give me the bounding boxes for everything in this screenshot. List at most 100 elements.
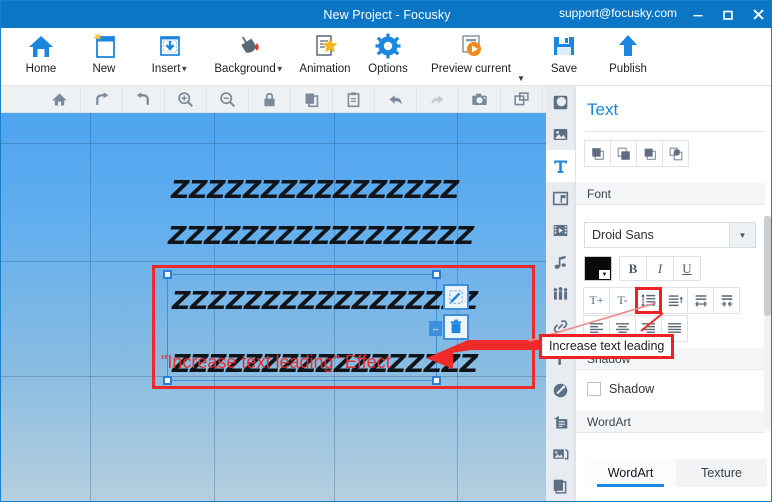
font-family-value: Droid Sans [592, 228, 654, 242]
panel-divider [585, 131, 765, 132]
tool-sidebar [546, 86, 575, 501]
people-group-icon[interactable] [546, 278, 575, 310]
paint-bucket-icon [235, 30, 263, 62]
image-icon[interactable] [546, 118, 575, 150]
tab-wordart[interactable]: WordArt [585, 459, 676, 487]
paste-icon[interactable] [333, 86, 375, 112]
italic-button[interactable]: I [646, 256, 674, 281]
shadow-checkbox-row[interactable]: Shadow [587, 382, 654, 396]
gallery-icon[interactable] [546, 438, 575, 470]
lock-icon[interactable] [249, 86, 291, 112]
canvas-caption: "Increase text leading" Effect [161, 352, 391, 372]
font-style-buttons-row: B I U [619, 256, 701, 281]
video-film-icon[interactable] [546, 214, 575, 246]
layers-icon[interactable] [546, 470, 575, 501]
ribbon-label-publish: Publish [609, 63, 647, 75]
canvas-text-line-1[interactable]: ZZZZZZZZZZZZZZZZ [171, 175, 459, 204]
close-icon[interactable] [743, 1, 771, 28]
canvas-text-line-2[interactable]: ZZZZZZZZZZZZZZZZZ [168, 221, 474, 250]
brush-disc-icon[interactable] [546, 374, 575, 406]
new-document-icon [90, 30, 118, 62]
arrange-buttons-row [584, 140, 689, 167]
panel-title: Text [587, 100, 619, 119]
bold-button[interactable]: B [619, 256, 647, 281]
wordart-tabs: WordArt Texture [585, 459, 767, 487]
canvas-home-icon[interactable] [39, 86, 81, 112]
edit-pencil-icon[interactable] [443, 284, 469, 310]
color-swatch-dropdown-icon[interactable]: ▼ [599, 270, 610, 279]
ribbon-button-home[interactable]: Home [13, 30, 69, 84]
zoom-out-icon[interactable] [207, 86, 249, 112]
support-email-label[interactable]: support@focusky.com [559, 6, 677, 20]
undo-icon[interactable] [375, 86, 417, 112]
ribbon-button-background[interactable]: Background▼ [203, 30, 295, 84]
slide-canvas[interactable]: ZZZZZZZZZZZZZZZZ ZZZZZZZZZZZZZZZZZ ↔ ZZZ… [1, 113, 546, 501]
increase-leading-icon[interactable] [635, 287, 662, 314]
rotate-left-icon[interactable] [123, 86, 165, 112]
text-properties-panel: Text Font Droid Sans ▼ ▼ B I U T+ T- Sha… [575, 86, 771, 501]
grid-line [90, 113, 91, 501]
save-icon [550, 30, 578, 62]
ribbon-button-animation[interactable]: Animation [291, 30, 359, 84]
title-bar: New Project - Focusky support@focusky.co… [1, 1, 771, 28]
resize-handle-top-left[interactable] [163, 270, 172, 279]
underline-button[interactable]: U [673, 256, 701, 281]
tab-texture[interactable]: Texture [676, 459, 767, 487]
copy-icon[interactable] [291, 86, 333, 112]
decrease-leading-icon[interactable] [661, 287, 688, 314]
font-family-select[interactable]: Droid Sans ▼ [584, 222, 756, 248]
redo-icon[interactable] [417, 86, 459, 112]
shadow-checkbox[interactable] [587, 382, 601, 396]
ribbon-button-preview-current[interactable]: Preview current [419, 30, 523, 84]
ribbon-label-background: Background▼ [214, 63, 283, 75]
bring-to-front-icon[interactable] [584, 140, 611, 167]
grid-line [1, 261, 546, 262]
notes-icon[interactable] [546, 406, 575, 438]
bring-forward-icon[interactable] [636, 140, 663, 167]
preview-dropdown-chevron-icon[interactable]: ▼ [517, 74, 525, 83]
ribbon-label-animation: Animation [299, 63, 351, 75]
maximize-icon[interactable] [713, 1, 743, 28]
camera-icon[interactable] [459, 86, 501, 112]
zoom-in-icon[interactable] [165, 86, 207, 112]
font-color-swatch[interactable]: ▼ [584, 256, 612, 281]
send-to-back-icon[interactable] [610, 140, 637, 167]
chevron-down-icon[interactable]: ▼ [729, 223, 755, 247]
duplicate-icon[interactable] [501, 86, 543, 112]
chevron-down-icon[interactable]: ▼ [180, 64, 188, 73]
panel-scrollbar-thumb[interactable] [764, 216, 771, 316]
shadow-checkbox-label: Shadow [609, 382, 655, 396]
resize-handle-top-right[interactable] [432, 270, 441, 279]
font-section-header: Font [576, 183, 765, 205]
send-backward-icon[interactable] [662, 140, 689, 167]
ribbon-label-home: Home [25, 63, 57, 75]
ribbon-button-insert[interactable]: Insert▼ [139, 30, 201, 84]
decrease-spacing-icon[interactable] [713, 287, 740, 314]
increase-font-size-button[interactable]: T+ [583, 287, 610, 314]
text-T-icon[interactable] [546, 150, 575, 182]
ribbon-button-options[interactable]: Options [359, 30, 417, 84]
ribbon-button-publish[interactable]: Publish [599, 30, 657, 84]
increase-spacing-icon[interactable] [687, 287, 714, 314]
music-note-icon[interactable] [546, 246, 575, 278]
tooltip-increase-text-leading: Increase text leading [539, 334, 675, 359]
horizontal-resize-handle[interactable]: ↔ [429, 320, 442, 336]
trash-icon[interactable] [443, 314, 469, 340]
canvas-text-line-3[interactable]: ZZZZZZZZZZZZZZZZZ [172, 286, 478, 315]
ribbon-label-insert-text: Insert [151, 63, 181, 75]
ribbon-label-save: Save [550, 63, 578, 75]
ribbon-label-new: New [92, 63, 116, 75]
insert-icon [156, 30, 184, 62]
decrease-font-size-button[interactable]: T- [609, 287, 636, 314]
rotate-right-icon[interactable] [81, 86, 123, 112]
ribbon-label-options: Options [368, 63, 408, 75]
minimize-icon[interactable] [683, 1, 713, 28]
flag-board-icon[interactable] [546, 182, 575, 214]
ribbon-button-save[interactable]: Save [539, 30, 589, 84]
shape-icon[interactable] [546, 86, 575, 118]
text-format-buttons-row: T+ T- [583, 287, 740, 314]
ribbon-button-new[interactable]: New [79, 30, 129, 84]
resize-handle-bottom-left[interactable] [163, 376, 172, 385]
chevron-down-icon[interactable]: ▼ [276, 64, 284, 73]
ribbon-label-background-text: Background [214, 63, 276, 75]
